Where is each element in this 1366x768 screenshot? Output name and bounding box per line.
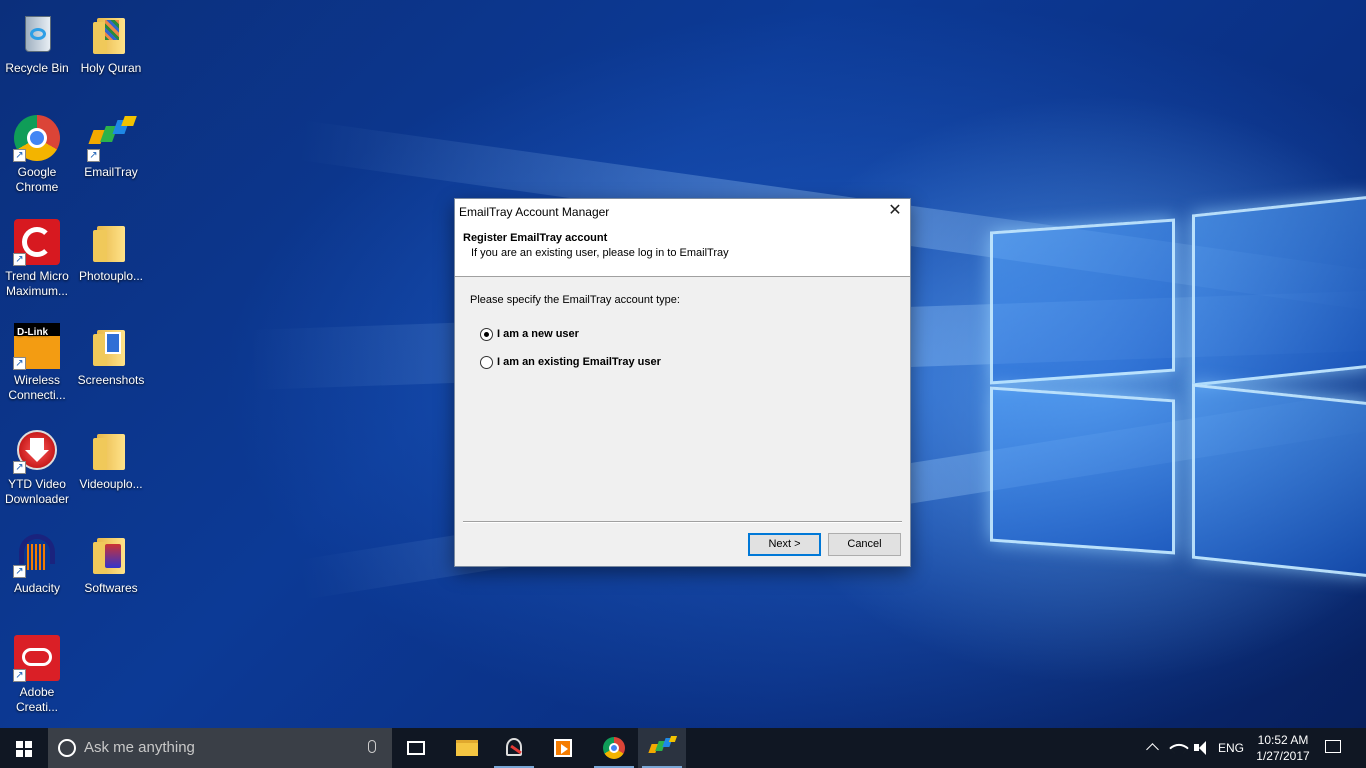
action-center-button[interactable] [1318,728,1348,768]
start-button[interactable] [0,728,48,768]
desktop-icon-photouplo[interactable]: Photouplo... [75,218,147,284]
next-button[interactable]: Next > [748,533,821,556]
radio-label: I am a new user [497,328,579,340]
radio-button[interactable] [480,355,493,369]
desktop-icon-holy-quran[interactable]: Holy Quran [75,10,147,76]
account-type-prompt: Please specify the EmailTray account typ… [470,294,680,306]
desktop-icon-recycle-bin[interactable]: Recycle Bin [1,10,73,76]
holy-quran-icon [87,10,135,58]
shortcut-arrow-icon: ↗ [13,565,26,578]
notification-icon [1325,740,1341,753]
dialog-heading: Register EmailTray account [463,232,608,244]
show-hidden-icons-button[interactable] [1142,728,1164,768]
dialog-subheading: If you are an existing user, please log … [471,247,729,259]
search-placeholder: Ask me anything [84,739,195,756]
microphone-icon[interactable] [368,740,376,753]
cancel-button[interactable]: Cancel [828,533,901,556]
desktop-icon-screenshots[interactable]: Screenshots [75,322,147,388]
adobe-cc-icon: ↗ [13,634,61,682]
desktop-icon-videouplo[interactable]: Videouplo... [75,426,147,492]
folder-icon [87,530,135,578]
dialog-header: Register EmailTray account If you are an… [455,225,910,277]
ytd-icon: ↗ [13,426,61,474]
clock[interactable]: 10:52 AM 1/27/2017 [1248,732,1318,764]
desktop-icon-emailtray[interactable]: ↗ EmailTray [75,114,147,180]
shortcut-arrow-icon: ↗ [13,253,26,266]
shortcut-arrow-icon: ↗ [87,149,100,162]
taskbar-emailtray[interactable] [638,728,686,768]
language-indicator[interactable]: ENG [1216,728,1246,768]
shortcut-arrow-icon: ↗ [13,461,26,474]
chevron-up-icon [1146,743,1159,756]
task-view-icon [407,741,425,755]
search-box[interactable]: Ask me anything [48,728,392,768]
desktop-icon-audacity[interactable]: ↗ Audacity [1,530,73,596]
radio-label: I am an existing EmailTray user [497,356,661,368]
taskbar-file-explorer[interactable] [442,728,490,768]
account-manager-dialog: EmailTray Account Manager ✕ Register Ema… [454,198,911,567]
emailtray-icon: ↗ [87,114,137,162]
network-button[interactable] [1168,728,1190,768]
desktop-icon-wireless-connection[interactable]: D-Link ↗ Wireless Connecti... [1,322,73,403]
file-explorer-icon [456,740,478,756]
taskbar: Ask me anything ENG 10:52 AM 1/27/2017 [0,728,1366,768]
recycle-bin-icon [13,10,61,58]
folder-icon [87,218,135,266]
taskbar-chrome[interactable] [590,728,638,768]
task-view-button[interactable] [392,728,440,768]
window-pane-top-right [1192,195,1366,387]
taskbar-snipping-tool[interactable] [490,728,538,768]
radio-existing-user[interactable]: I am an existing EmailTray user [480,348,895,376]
close-icon[interactable]: ✕ [880,199,910,225]
desktop-icon-ytd-video-downloader[interactable]: ↗ YTD Video Downloader [1,426,73,507]
dialog-body: Please specify the EmailTray account typ… [455,277,910,507]
windows-logo-icon [16,741,32,757]
window-pane-top-left [990,218,1175,385]
taskbar-media-player[interactable] [538,728,586,768]
desktop-icon-trend-micro[interactable]: ↗ Trend Micro Maximum... [1,218,73,299]
shortcut-arrow-icon: ↗ [13,357,26,370]
footer-divider [463,521,902,523]
volume-button[interactable] [1191,728,1213,768]
window-pane-bottom-right [1192,383,1366,578]
dialog-title: EmailTray Account Manager [459,205,610,219]
clock-date: 1/27/2017 [1256,749,1310,763]
chrome-icon: ↗ [13,114,61,162]
window-pane-bottom-left [990,386,1175,555]
dialog-title-bar[interactable]: EmailTray Account Manager ✕ [455,199,910,225]
desktop-icon-softwares[interactable]: Softwares [75,530,147,596]
clock-time: 10:52 AM [1257,733,1309,747]
shortcut-arrow-icon: ↗ [13,149,26,162]
radio-button-checked[interactable] [480,327,493,341]
cortana-icon [58,739,76,757]
radio-new-user[interactable]: I am a new user [480,320,895,348]
dlink-icon: D-Link ↗ [13,322,61,370]
trend-micro-icon: ↗ [13,218,61,266]
audacity-icon: ↗ [13,530,61,578]
shortcut-arrow-icon: ↗ [13,669,26,682]
wifi-icon [1169,738,1189,758]
desktop-icon-google-chrome[interactable]: ↗ Google Chrome [1,114,73,195]
desktop-icon-adobe-creative[interactable]: ↗ Adobe Creati... [1,634,73,715]
folder-icon [87,426,135,474]
folder-icon [87,322,135,370]
